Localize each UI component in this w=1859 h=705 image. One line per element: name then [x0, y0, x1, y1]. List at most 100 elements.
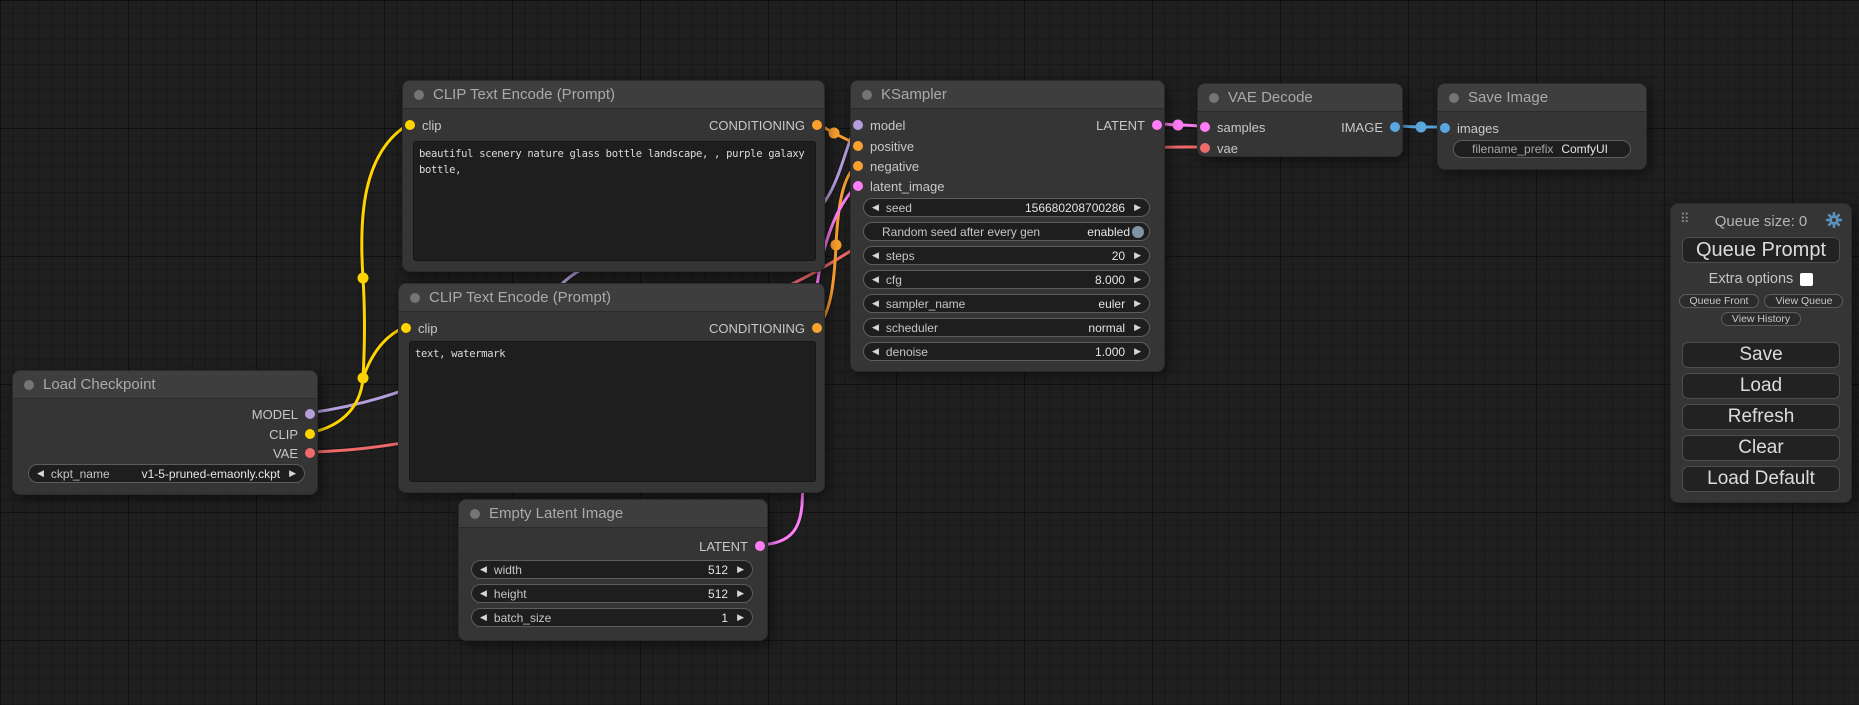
- decrement-arrow-icon[interactable]: ◀: [872, 347, 879, 356]
- increment-arrow-icon[interactable]: ▶: [737, 613, 744, 622]
- input-port-vae[interactable]: vae: [1200, 138, 1238, 158]
- ckpt-name-widget[interactable]: ◀ ckpt_name v1-5-pruned-emaonly.ckpt ▶: [28, 464, 305, 483]
- input-port-negative[interactable]: negative: [853, 156, 919, 176]
- collapse-dot-icon[interactable]: [470, 509, 480, 519]
- denoise-widget[interactable]: ◀ denoise 1.000 ▶: [863, 342, 1150, 361]
- input-port-clip[interactable]: clip: [401, 318, 438, 338]
- node-title-bar[interactable]: KSampler: [851, 81, 1164, 109]
- output-port-conditioning[interactable]: CONDITIONING: [709, 115, 822, 135]
- increment-arrow-icon[interactable]: ▶: [1134, 203, 1141, 212]
- width-widget[interactable]: ◀ width 512 ▶: [471, 560, 753, 579]
- decrement-arrow-icon[interactable]: ◀: [872, 203, 879, 212]
- queue-front-button[interactable]: Queue Front: [1679, 294, 1760, 308]
- collapse-dot-icon[interactable]: [410, 293, 420, 303]
- decrement-arrow-icon[interactable]: ◀: [872, 275, 879, 284]
- latent-port-icon[interactable]: [1152, 120, 1162, 130]
- decrement-arrow-icon[interactable]: ◀: [480, 613, 487, 622]
- increment-arrow-icon[interactable]: ▶: [1134, 347, 1141, 356]
- input-port-latent-image[interactable]: latent_image: [853, 176, 944, 196]
- view-queue-button[interactable]: View Queue: [1764, 294, 1843, 308]
- queue-prompt-button[interactable]: Queue Prompt: [1682, 237, 1840, 263]
- clip-port-icon[interactable]: [401, 323, 411, 333]
- node-clip-text-encode-negative[interactable]: CLIP Text Encode (Prompt) clip CONDITION…: [398, 283, 825, 493]
- collapse-dot-icon[interactable]: [862, 90, 872, 100]
- model-port-icon[interactable]: [305, 409, 315, 419]
- batch-size-widget[interactable]: ◀ batch_size 1 ▶: [471, 608, 753, 627]
- increment-arrow-icon[interactable]: ▶: [1134, 299, 1141, 308]
- seed-widget[interactable]: ◀ seed 156680208700286 ▶: [863, 198, 1150, 217]
- load-default-button[interactable]: Load Default: [1682, 466, 1840, 492]
- model-port-icon[interactable]: [853, 120, 863, 130]
- collapse-dot-icon[interactable]: [1449, 93, 1459, 103]
- decrement-arrow-icon[interactable]: ◀: [480, 589, 487, 598]
- conditioning-port-icon[interactable]: [812, 323, 822, 333]
- image-port-icon[interactable]: [1390, 122, 1400, 132]
- conditioning-port-icon[interactable]: [812, 120, 822, 130]
- output-port-latent[interactable]: LATENT: [699, 536, 765, 556]
- output-port-model[interactable]: MODEL: [252, 404, 315, 424]
- decrement-arrow-icon[interactable]: ◀: [872, 251, 879, 260]
- positive-prompt-textarea[interactable]: beautiful scenery nature glass bottle la…: [413, 141, 816, 261]
- queue-panel[interactable]: ⠿ Queue size: 0 Queue Prompt Extra optio…: [1670, 203, 1852, 503]
- node-ksampler[interactable]: KSampler model positive negative latent_…: [850, 80, 1165, 372]
- sampler-name-widget[interactable]: ◀ sampler_name euler ▶: [863, 294, 1150, 313]
- output-port-vae[interactable]: VAE: [273, 443, 315, 463]
- input-port-clip[interactable]: clip: [405, 115, 442, 135]
- clear-button[interactable]: Clear: [1682, 435, 1840, 461]
- decrement-arrow-icon[interactable]: ◀: [37, 469, 44, 478]
- node-load-checkpoint[interactable]: Load Checkpoint MODEL CLIP VAE ◀ ckpt_na…: [12, 370, 318, 495]
- decrement-arrow-icon[interactable]: ◀: [480, 565, 487, 574]
- output-port-clip[interactable]: CLIP: [269, 424, 315, 444]
- latent-port-icon[interactable]: [853, 181, 863, 191]
- load-button[interactable]: Load: [1682, 373, 1840, 399]
- decrement-arrow-icon[interactable]: ◀: [872, 299, 879, 308]
- height-widget[interactable]: ◀ height 512 ▶: [471, 584, 753, 603]
- node-title-bar[interactable]: VAE Decode: [1198, 84, 1402, 112]
- vae-port-icon[interactable]: [305, 448, 315, 458]
- conditioning-port-icon[interactable]: [853, 141, 863, 151]
- node-title-bar[interactable]: CLIP Text Encode (Prompt): [399, 284, 824, 312]
- scheduler-widget[interactable]: ◀ scheduler normal ▶: [863, 318, 1150, 337]
- extra-options-checkbox[interactable]: [1800, 273, 1813, 286]
- collapse-dot-icon[interactable]: [24, 380, 34, 390]
- input-port-images[interactable]: images: [1440, 118, 1499, 138]
- increment-arrow-icon[interactable]: ▶: [289, 469, 296, 478]
- node-save-image[interactable]: Save Image images filename_prefix ComfyU…: [1437, 83, 1647, 170]
- refresh-button[interactable]: Refresh: [1682, 404, 1840, 430]
- cfg-widget[interactable]: ◀ cfg 8.000 ▶: [863, 270, 1150, 289]
- increment-arrow-icon[interactable]: ▶: [737, 589, 744, 598]
- input-port-positive[interactable]: positive: [853, 136, 914, 156]
- node-title-bar[interactable]: Save Image: [1438, 84, 1646, 112]
- clip-port-icon[interactable]: [405, 120, 415, 130]
- increment-arrow-icon[interactable]: ▶: [1134, 275, 1141, 284]
- settings-gear-icon[interactable]: [1825, 211, 1843, 229]
- steps-widget[interactable]: ◀ steps 20 ▶: [863, 246, 1150, 265]
- output-port-conditioning[interactable]: CONDITIONING: [709, 318, 822, 338]
- comfyui-canvas[interactable]: { "app": {"name": "ComfyUI node graph"},…: [0, 0, 1859, 705]
- latent-port-icon[interactable]: [1200, 122, 1210, 132]
- output-port-latent[interactable]: LATENT: [1096, 115, 1162, 135]
- latent-port-icon[interactable]: [755, 541, 765, 551]
- increment-arrow-icon[interactable]: ▶: [1134, 323, 1141, 332]
- view-history-button[interactable]: View History: [1721, 312, 1801, 326]
- save-button[interactable]: Save: [1682, 342, 1840, 368]
- node-empty-latent-image[interactable]: Empty Latent Image LATENT ◀ width 512 ▶ …: [458, 499, 768, 641]
- increment-arrow-icon[interactable]: ▶: [737, 565, 744, 574]
- conditioning-port-icon[interactable]: [853, 161, 863, 171]
- clip-port-icon[interactable]: [305, 429, 315, 439]
- node-clip-text-encode-positive[interactable]: CLIP Text Encode (Prompt) clip CONDITION…: [402, 80, 825, 272]
- filename-prefix-widget[interactable]: filename_prefix ComfyUI: [1453, 140, 1631, 158]
- increment-arrow-icon[interactable]: ▶: [1134, 251, 1141, 260]
- image-port-icon[interactable]: [1440, 123, 1450, 133]
- negative-prompt-textarea[interactable]: text, watermark: [409, 341, 816, 482]
- node-title-bar[interactable]: CLIP Text Encode (Prompt): [403, 81, 824, 109]
- node-vae-decode[interactable]: VAE Decode samples vae IMAGE: [1197, 83, 1403, 157]
- input-port-samples[interactable]: samples: [1200, 117, 1265, 137]
- vae-port-icon[interactable]: [1200, 143, 1210, 153]
- node-title-bar[interactable]: Load Checkpoint: [13, 371, 317, 399]
- decrement-arrow-icon[interactable]: ◀: [872, 323, 879, 332]
- collapse-dot-icon[interactable]: [414, 90, 424, 100]
- node-title-bar[interactable]: Empty Latent Image: [459, 500, 767, 528]
- toggle-enabled-icon[interactable]: [1132, 226, 1144, 238]
- input-port-model[interactable]: model: [853, 115, 905, 135]
